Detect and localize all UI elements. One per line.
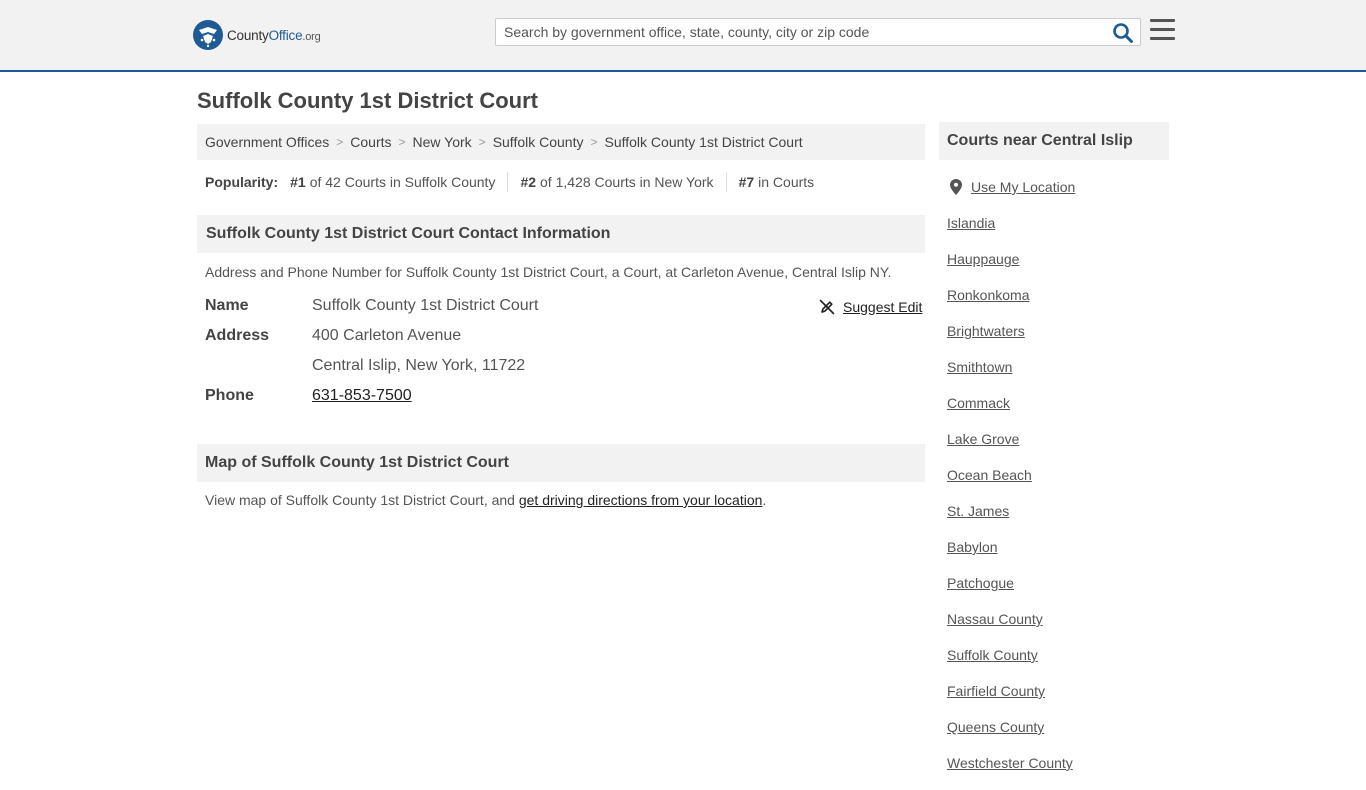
breadcrumb-suffolk-county[interactable]: Suffolk County: [493, 134, 584, 150]
nearby-link-fairfield-county[interactable]: Fairfield County: [947, 683, 1045, 699]
nearby-link-babylon[interactable]: Babylon: [947, 539, 998, 555]
list-item: Brightwaters: [947, 322, 1073, 358]
suggest-edit-icon: [819, 299, 835, 315]
list-item: Nassau County: [947, 610, 1073, 646]
logo-name-part1: County: [227, 27, 269, 43]
breadcrumb-separator-icon: >: [398, 135, 406, 149]
nearby-link-ocean-beach[interactable]: Ocean Beach: [947, 467, 1032, 483]
map-section-heading: Map of Suffolk County 1st District Court: [197, 444, 925, 482]
nearby-link-hauppauge[interactable]: Hauppauge: [947, 251, 1019, 267]
list-item: Lake Grove: [947, 430, 1073, 466]
popularity-label: Popularity:: [205, 174, 279, 190]
popularity-rank: #7: [738, 174, 755, 190]
page-title: Suffolk County 1st District Court: [197, 88, 539, 113]
nearby-link-st-james[interactable]: St. James: [947, 503, 1009, 519]
list-item: St. James: [947, 502, 1073, 538]
list-item: Hauppauge: [947, 250, 1073, 286]
list-item: Islandia: [947, 214, 1073, 250]
breadcrumb-government-offices[interactable]: Government Offices: [205, 134, 329, 150]
breadcrumb-courts[interactable]: Courts: [350, 134, 391, 150]
name-label: Name: [205, 297, 249, 314]
use-location-row: Use My Location: [950, 178, 1075, 196]
nearby-link-commack[interactable]: Commack: [947, 395, 1010, 411]
popularity-bar: Popularity: #1 of 42 Courts in Suffolk C…: [205, 172, 814, 192]
list-item: Smithtown: [947, 358, 1073, 394]
address-row: Address 400 Carleton Avenue: [205, 325, 461, 347]
location-pin-icon: [950, 179, 962, 195]
breadcrumb-separator-icon: >: [336, 135, 344, 149]
logo-wordmark: CountyOffice.org: [227, 28, 321, 43]
popularity-divider: [725, 172, 727, 192]
site-logo[interactable]: CountyOffice.org: [193, 20, 321, 50]
name-value: Suffolk County 1st District Court: [312, 297, 539, 314]
nearby-link-suffolk-county[interactable]: Suffolk County: [947, 647, 1038, 663]
nearby-link-ronkonkoma[interactable]: Ronkonkoma: [947, 287, 1030, 303]
nearby-courts-list: Islandia Hauppauge Ronkonkoma Brightwate…: [947, 214, 1073, 790]
breadcrumb-separator-icon: >: [590, 135, 598, 149]
hamburger-menu-icon[interactable]: [1150, 19, 1175, 41]
list-item: Queens County: [947, 718, 1073, 754]
list-item: Westchester County: [947, 754, 1073, 790]
use-my-location-link[interactable]: Use My Location: [971, 179, 1075, 195]
nearby-link-islandia[interactable]: Islandia: [947, 215, 995, 231]
breadcrumb: Government Offices > Courts > New York >…: [197, 124, 925, 160]
map-description-suffix: .: [762, 492, 767, 508]
phone-label: Phone: [205, 387, 254, 404]
contact-section-heading: Suffolk County 1st District Court Contac…: [197, 215, 925, 253]
suggest-edit-label: Suggest Edit: [843, 299, 923, 315]
nearby-link-nassau-county[interactable]: Nassau County: [947, 611, 1043, 627]
popularity-divider: [507, 172, 509, 192]
driving-directions-link[interactable]: get driving directions from your locatio…: [519, 492, 763, 508]
popularity-rank: #2: [520, 174, 537, 190]
logo-tld: .org: [302, 30, 321, 43]
map-description: View map of Suffolk County 1st District …: [205, 492, 766, 508]
county-office-seal-icon: [193, 20, 223, 50]
site-header: CountyOffice.org: [0, 0, 1366, 72]
address-row-2: Central Islip, New York, 11722: [205, 355, 525, 377]
contact-description: Address and Phone Number for Suffolk Cou…: [205, 264, 892, 280]
list-item: Ocean Beach: [947, 466, 1073, 502]
popularity-text: of 42 Courts in Suffolk County: [309, 174, 496, 190]
nearby-link-brightwaters[interactable]: Brightwaters: [947, 323, 1025, 339]
phone-link[interactable]: 631-853-7500: [312, 387, 412, 405]
list-item: Babylon: [947, 538, 1073, 574]
breadcrumb-separator-icon: >: [478, 135, 486, 149]
popularity-text: of 1,428 Courts in New York: [540, 174, 714, 190]
list-item: Commack: [947, 394, 1073, 430]
map-description-text: View map of Suffolk County 1st District …: [205, 492, 519, 508]
breadcrumb-new-york[interactable]: New York: [413, 134, 472, 150]
suggest-edit-link[interactable]: Suggest Edit: [819, 297, 922, 317]
popularity-rank: #1: [290, 174, 306, 190]
address-line2: Central Islip, New York, 11722: [312, 357, 526, 374]
nearby-link-patchogue[interactable]: Patchogue: [947, 575, 1014, 591]
list-item: Fairfield County: [947, 682, 1073, 718]
logo-name-part2: Office: [268, 27, 303, 43]
nearby-link-lake-grove[interactable]: Lake Grove: [947, 431, 1019, 447]
search-icon[interactable]: [1112, 22, 1134, 44]
nearby-link-smithtown[interactable]: Smithtown: [947, 359, 1012, 375]
nearby-link-queens-county[interactable]: Queens County: [947, 719, 1044, 735]
name-row: Name Suffolk County 1st District Court: [205, 295, 538, 317]
sidebar-heading: Courts near Central Islip: [939, 122, 1169, 160]
list-item: Ronkonkoma: [947, 286, 1073, 322]
address-line1: 400 Carleton Avenue: [312, 327, 462, 344]
phone-row: Phone 631-853-7500: [205, 385, 412, 407]
list-item: Suffolk County: [947, 646, 1073, 682]
search-input[interactable]: [496, 19, 1106, 45]
search-bar: [495, 18, 1141, 46]
breadcrumb-current: Suffolk County 1st District Court: [604, 134, 803, 150]
nearby-link-westchester-county[interactable]: Westchester County: [947, 755, 1073, 771]
address-label: Address: [205, 327, 270, 344]
popularity-text: in Courts: [758, 174, 815, 190]
list-item: Patchogue: [947, 574, 1073, 610]
